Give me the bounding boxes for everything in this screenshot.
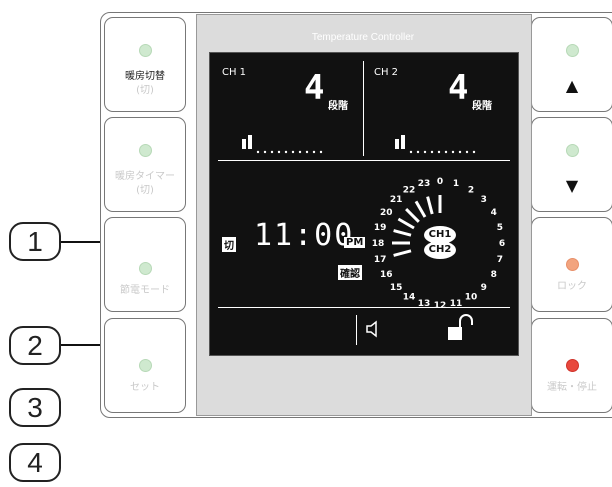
dial-timer-mark-20 — [397, 217, 415, 230]
run-stop-label: 運転・停止 — [547, 382, 597, 393]
lock-led — [566, 258, 579, 271]
panel-title: Temperature Controller — [311, 32, 415, 43]
dial-hour-20: 20 — [380, 208, 393, 218]
ch1-level-bars — [242, 135, 323, 154]
bottom-divider — [356, 315, 357, 345]
lcd-divider-top — [218, 160, 510, 161]
ch1-level-digit: 4 — [304, 68, 325, 108]
ch2-label: CH 2 — [374, 67, 399, 78]
callout-2: 2 — [9, 326, 61, 365]
unlock-icon — [448, 314, 473, 340]
dial-hour-2: 2 — [468, 185, 474, 195]
confirm-tag: 確認 — [338, 265, 362, 280]
dial-hour-23: 23 — [418, 179, 431, 189]
up-arrow-icon: ▲ — [565, 76, 579, 95]
dial-timer-mark-23 — [426, 196, 434, 215]
dial-timer-mark-22 — [414, 200, 427, 218]
dial-hour-7: 7 — [497, 255, 503, 265]
set-led — [139, 359, 152, 372]
dial-hour-0: 0 — [437, 177, 443, 187]
down-button[interactable]: ▼ — [531, 117, 612, 212]
dial-hour-6: 6 — [499, 239, 505, 249]
clock-time: 11:00 — [254, 218, 355, 253]
dial-hour-18: 18 — [372, 239, 385, 249]
dial-hour-3: 3 — [481, 195, 487, 205]
dial-ch1: CH1 — [428, 229, 452, 240]
ch2-level-unit: 段階 — [472, 101, 492, 112]
dial-hour-12: 12 — [434, 301, 447, 307]
off-tag: 切 — [222, 237, 236, 252]
heating-switch-label: 暖房切替 (切) — [125, 71, 165, 96]
dial-hour-16: 16 — [380, 270, 393, 280]
dial-hour-14: 14 — [403, 293, 416, 303]
down-led — [566, 144, 579, 157]
dial-timer-mark-21 — [405, 208, 420, 223]
heating-timer-button[interactable]: 暖房タイマー (切) — [104, 117, 186, 212]
dial-hour-9: 9 — [481, 283, 487, 293]
dial-hour-19: 19 — [374, 223, 387, 233]
dial-hour-15: 15 — [390, 283, 403, 293]
dial-hour-17: 17 — [374, 255, 387, 265]
lcd-screen: CH 1 CH 2 4 段階 4 段階 切 11:00 PM 確認 012345… — [209, 52, 519, 356]
up-button[interactable]: ▲ — [531, 17, 612, 112]
down-arrow-icon: ▼ — [565, 176, 579, 195]
callout-1: 1 — [9, 222, 61, 261]
heating-switch-led — [139, 44, 152, 57]
dial-hour-8: 8 — [491, 270, 497, 280]
dial-hour-22: 22 — [403, 185, 416, 195]
ch1-level-unit: 段階 — [328, 101, 348, 112]
dial-hour-4: 4 — [491, 208, 497, 218]
ch1-label: CH 1 — [222, 67, 247, 78]
dial-timer-mark-17 — [393, 249, 412, 257]
ch2-level-digit: 4 — [448, 68, 469, 108]
up-led — [566, 44, 579, 57]
dial-hour-11: 11 — [450, 299, 463, 307]
lcd-divider-vertical — [363, 61, 364, 156]
run-stop-led — [566, 359, 579, 372]
power-save-button[interactable]: 節電モード — [104, 217, 186, 312]
dial-hour-5: 5 — [497, 223, 503, 233]
dial-timer-mark-19 — [393, 229, 412, 237]
set-button[interactable]: セット — [104, 318, 186, 413]
dial-hour-21: 21 — [390, 195, 403, 205]
dial-hour-13: 13 — [418, 299, 431, 307]
dial-ch2: CH2 — [428, 244, 452, 255]
lcd-divider-bottom — [218, 307, 510, 308]
ch2-level-bars — [395, 135, 476, 154]
callout-4: 4 — [9, 443, 61, 482]
power-save-label: 節電モード — [120, 285, 170, 296]
heating-switch-button[interactable]: 暖房切替 (切) — [104, 17, 186, 112]
set-label: セット — [130, 382, 160, 393]
lock-button[interactable]: ロック — [531, 217, 612, 312]
callout-3: 3 — [9, 388, 61, 427]
heating-timer-label: 暖房タイマー (切) — [115, 171, 175, 196]
heating-timer-led — [139, 144, 152, 157]
dial-hour-10: 10 — [465, 293, 478, 303]
lock-label: ロック — [557, 281, 587, 292]
speaker-icon — [366, 320, 377, 338]
dial-hour-1: 1 — [453, 179, 459, 189]
run-stop-button[interactable]: 運転・停止 — [531, 318, 612, 413]
power-save-led — [139, 262, 152, 275]
